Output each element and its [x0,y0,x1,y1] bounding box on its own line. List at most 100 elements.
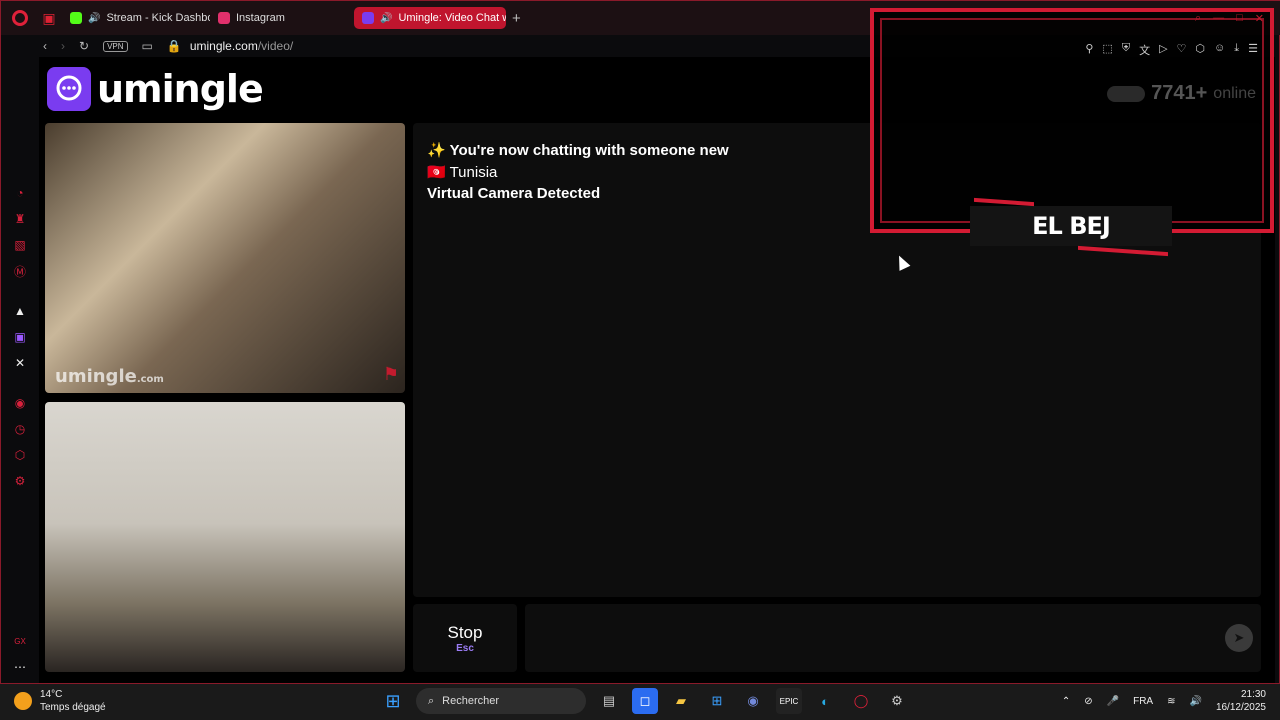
translate-icon[interactable]: 文 [1139,42,1150,58]
chat-bubble-icon [47,67,91,111]
temperature: 14°C [40,689,63,700]
weather-widget[interactable]: 14°C Temps dégagé [14,688,106,714]
player-icon[interactable]: ◉ [12,395,28,411]
menu-icon[interactable]: ☰ [1248,42,1258,58]
self-video [45,402,405,672]
chevron-up-icon[interactable]: ⌃ [1062,696,1070,707]
file-explorer-icon[interactable]: ▰ [668,688,694,714]
browser-toolbar: ⚲ ⬚ ⛨ 文 ▷ ♡ ⬡ ☺ ⤓ ☰ [1085,42,1258,58]
chat-camera-warning: Virtual Camera Detected [427,185,601,202]
streamer-nameplate: EL BEJ [970,206,1172,246]
tab-overview-icon[interactable]: ▣ [36,5,62,31]
send-icon[interactable]: ➤ [1225,624,1253,652]
time: 21:30 [1240,689,1266,700]
instagram-icon [218,12,230,24]
report-flag-icon[interactable]: ⚑ [383,364,399,385]
store-icon[interactable]: ⊞ [704,688,730,714]
speed-dial-icon[interactable]: ◔ [12,185,28,201]
download-icon[interactable]: ⤓ [1234,42,1239,58]
stranger-video: umingle.com ⚑ [45,123,405,393]
back-icon[interactable]: ‹ [43,39,47,53]
edge-icon[interactable]: ◐ [812,688,838,714]
stop-shortcut: Esc [456,642,474,654]
opera-logo-icon[interactable] [12,10,28,26]
epic-games-icon[interactable]: EPIC [776,688,802,714]
streamer-name: EL BEJ [1032,212,1111,240]
x-icon[interactable]: ✕ [12,355,28,371]
wifi-icon[interactable]: ≋ [1167,696,1175,707]
discord-icon[interactable]: ◉ [740,688,766,714]
opera-gx-icon[interactable]: ◯ [848,688,874,714]
twitch-icon[interactable]: ▣ [12,329,28,345]
bot-icon[interactable]: ♜ [12,211,28,227]
stop-button[interactable]: Stop Esc [413,604,517,672]
url-field[interactable]: umingle.com/video/ [190,39,293,53]
task-view-icon[interactable]: ▤ [596,688,622,714]
new-tab-button[interactable]: + [512,10,521,27]
extensions-icon[interactable]: ⬡ [12,447,28,463]
music-icon[interactable]: Ⓜ [12,263,28,279]
reload-icon[interactable]: ↻ [79,39,89,53]
message-input[interactable]: ➤ [525,604,1261,672]
history-icon[interactable]: ◷ [12,421,28,437]
taskbar: 14°C Temps dégagé ⊞ ⌕ Rechercher ▤ ◻ ▰ ⊞… [0,684,1280,720]
close-icon[interactable]: ✕ [1255,12,1264,25]
language-indicator[interactable]: FRA [1133,696,1153,707]
more-icon[interactable]: ⋯ [12,659,28,675]
adblock-icon[interactable]: ⛨ [1122,42,1130,58]
date: 16/12/2025 [1215,702,1266,713]
steam-icon[interactable]: ⚙ [884,688,910,714]
logo-text: umingle [97,67,264,111]
weather-description: Temps dégagé [40,702,106,713]
tab-instagram[interactable]: Instagram [210,7,350,29]
online-counter: 7741+ online [1107,82,1256,105]
minimize-icon[interactable]: — [1213,12,1224,25]
gx-corner-icon[interactable]: ▧ [12,237,28,253]
kick-icon [70,12,82,24]
sidebar: ◔ ♜ ▧ Ⓜ ▲ ▣ ✕ ◉ ◷ ⬡ ⚙ GX ⋯ [1,57,39,683]
gx-icon[interactable]: GX [12,633,28,649]
chat-status-message: ✨ You're now chatting with someone new [427,142,729,159]
vpn-badge[interactable]: VPN [103,40,128,52]
umingle-icon [362,12,374,24]
network-off-icon[interactable]: ⊘ [1084,696,1092,707]
online-toggle[interactable] [1107,85,1146,102]
tab-kick[interactable]: 🔊 Stream - Kick Dashbo [62,7,210,29]
settings-icon[interactable]: ⚙ [12,473,28,489]
forward-icon[interactable]: › [61,39,65,53]
kick-sidebar-icon[interactable]: ▲ [12,303,28,319]
maximize-icon[interactable]: □ [1236,12,1243,25]
speaker-icon: 🔊 [88,12,101,24]
windows-start-icon[interactable]: ⊞ [380,688,406,714]
search-icon[interactable]: ⌕ [1195,12,1201,25]
site-logo[interactable]: umingle [47,67,264,111]
tab-umingle[interactable]: 🔊 Umingle: Video Chat w [354,7,506,29]
video-watermark: umingle.com [55,366,164,387]
online-label: online [1213,84,1256,102]
address-bar: ‹ › ↻ VPN ▭ 🔒 umingle.com/video/ [1,35,871,57]
pin-icon[interactable]: ⚲ [1085,42,1093,58]
weather-sun-icon [14,692,32,710]
stream-overlay-frame: ⌕ — □ ✕ ⚲ ⬚ ⛨ 文 ▷ ♡ ⬡ ☺ ⤓ ☰ 7741+ online [870,8,1274,233]
chat-country: 🇹🇳 Tunisia [427,164,498,181]
system-tray: ⌃ ⊘ 🎤 FRA ≋ 🔊 21:30 16/12/2025 [1062,688,1266,714]
snapshot-icon[interactable]: ⬚ [1102,42,1112,58]
profile-icon[interactable]: ☺ [1214,42,1225,58]
clock[interactable]: 21:30 16/12/2025 [1216,688,1266,714]
extensions-toolbar-icon[interactable]: ⬡ [1195,42,1205,58]
search-icon: ⌕ [428,694,435,707]
play-icon[interactable]: ▷ [1159,42,1167,58]
microphone-icon[interactable]: 🎤 [1107,696,1119,707]
heart-icon[interactable]: ♡ [1177,42,1187,58]
speaker-icon: 🔊 [380,12,393,24]
tab-label: Umingle: Video Chat w [398,12,506,24]
taskbar-apps: ⊞ ⌕ Rechercher ▤ ◻ ▰ ⊞ ◉ EPIC ◐ ◯ ⚙ [380,688,910,714]
online-count: 7741+ [1151,82,1208,104]
tab-label: Stream - Kick Dashbo [106,12,210,24]
taskbar-search[interactable]: ⌕ Rechercher [416,688,586,714]
lock-icon: 🔒 [166,39,182,53]
volume-icon[interactable]: 🔊 [1189,696,1201,707]
stop-label: Stop [447,622,483,642]
app-icon[interactable]: ◻ [632,688,658,714]
camera-icon[interactable]: ▭ [142,39,153,53]
